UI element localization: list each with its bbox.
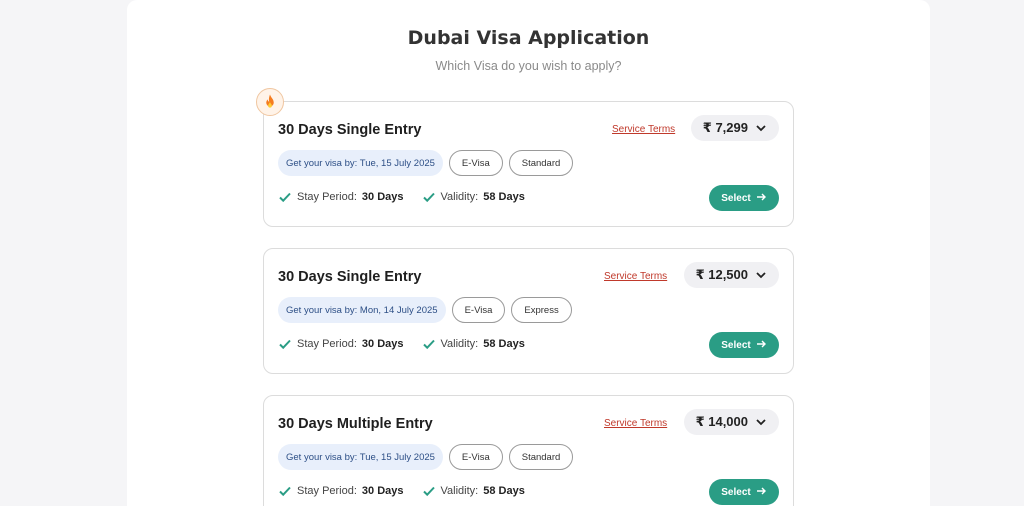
validity: Validity: 58 Days [422, 484, 525, 498]
stay-period: Stay Period: 30 Days [278, 337, 404, 351]
select-button-label: Select [721, 486, 751, 498]
price-dropdown[interactable]: ₹ 7,299 [690, 115, 779, 141]
page-subtitle: Which Visa do you wish to apply? [435, 59, 622, 73]
check-icon [278, 190, 292, 204]
stay-period-value: 30 Days [361, 485, 404, 497]
arrow-right-icon [756, 486, 767, 499]
fire-icon [256, 88, 284, 116]
chevron-down-icon [755, 269, 767, 281]
price-dropdown[interactable]: ₹ 12,500 [683, 262, 779, 288]
check-icon [278, 337, 292, 351]
visa-card: 30 Days Single Entry Service Terms ₹ 12,… [263, 248, 794, 374]
visa-type-tag: E-Visa [448, 150, 503, 176]
price-value: ₹ 12,500 [695, 267, 748, 282]
select-button-label: Select [721, 192, 751, 204]
processing-tag: Express [511, 297, 572, 323]
check-icon [422, 484, 436, 498]
check-icon [278, 484, 292, 498]
select-button[interactable]: Select [709, 185, 779, 211]
delivery-date-badge: Get your visa by: Tue, 15 July 2025 [278, 444, 443, 470]
chevron-down-icon [755, 122, 767, 134]
validity-value: 58 Days [483, 485, 525, 497]
validity-value: 58 Days [483, 338, 525, 350]
select-button[interactable]: Select [709, 332, 779, 358]
price-dropdown[interactable]: ₹ 14,000 [683, 409, 779, 435]
service-terms-link[interactable]: Service Terms [612, 124, 675, 135]
validity-label: Validity: [440, 191, 479, 203]
delivery-date-badge: Get your visa by: Tue, 15 July 2025 [278, 150, 443, 176]
delivery-date-badge: Get your visa by: Mon, 14 July 2025 [278, 297, 446, 323]
stay-period-label: Stay Period: [297, 338, 357, 350]
page-title: Dubai Visa Application [407, 27, 650, 49]
chevron-down-icon [755, 416, 767, 428]
validity: Validity: 58 Days [422, 190, 525, 204]
arrow-right-icon [756, 339, 767, 352]
check-icon [422, 190, 436, 204]
card-title: 30 Days Single Entry [278, 122, 422, 138]
card-title: 30 Days Single Entry [278, 269, 422, 285]
select-button-label: Select [721, 339, 751, 351]
stay-period-value: 30 Days [361, 338, 404, 350]
validity-label: Validity: [440, 485, 479, 497]
validity-value: 58 Days [483, 191, 525, 203]
visa-type-tag: E-Visa [448, 444, 503, 470]
check-icon [422, 337, 436, 351]
stay-period-value: 30 Days [361, 191, 404, 203]
visa-card: 30 Days Single Entry Service Terms ₹ 7,2… [256, 88, 794, 227]
arrow-right-icon [756, 192, 767, 205]
visa-type-tag: E-Visa [451, 297, 506, 323]
validity-label: Validity: [440, 338, 479, 350]
stay-period-label: Stay Period: [297, 191, 357, 203]
service-terms-link[interactable]: Service Terms [604, 271, 667, 282]
price-value: ₹ 14,000 [695, 414, 748, 429]
stay-period-label: Stay Period: [297, 485, 357, 497]
service-terms-link[interactable]: Service Terms [604, 418, 667, 429]
card-title: 30 Days Multiple Entry [278, 416, 433, 432]
validity: Validity: 58 Days [422, 337, 525, 351]
visa-card: 30 Days Multiple Entry Service Terms ₹ 1… [263, 395, 794, 506]
stay-period: Stay Period: 30 Days [278, 190, 404, 204]
processing-tag: Standard [508, 150, 574, 176]
visa-panel: Dubai Visa Application Which Visa do you… [127, 0, 930, 506]
select-button[interactable]: Select [709, 479, 779, 505]
stay-period: Stay Period: 30 Days [278, 484, 404, 498]
processing-tag: Standard [508, 444, 574, 470]
price-value: ₹ 7,299 [702, 120, 748, 135]
